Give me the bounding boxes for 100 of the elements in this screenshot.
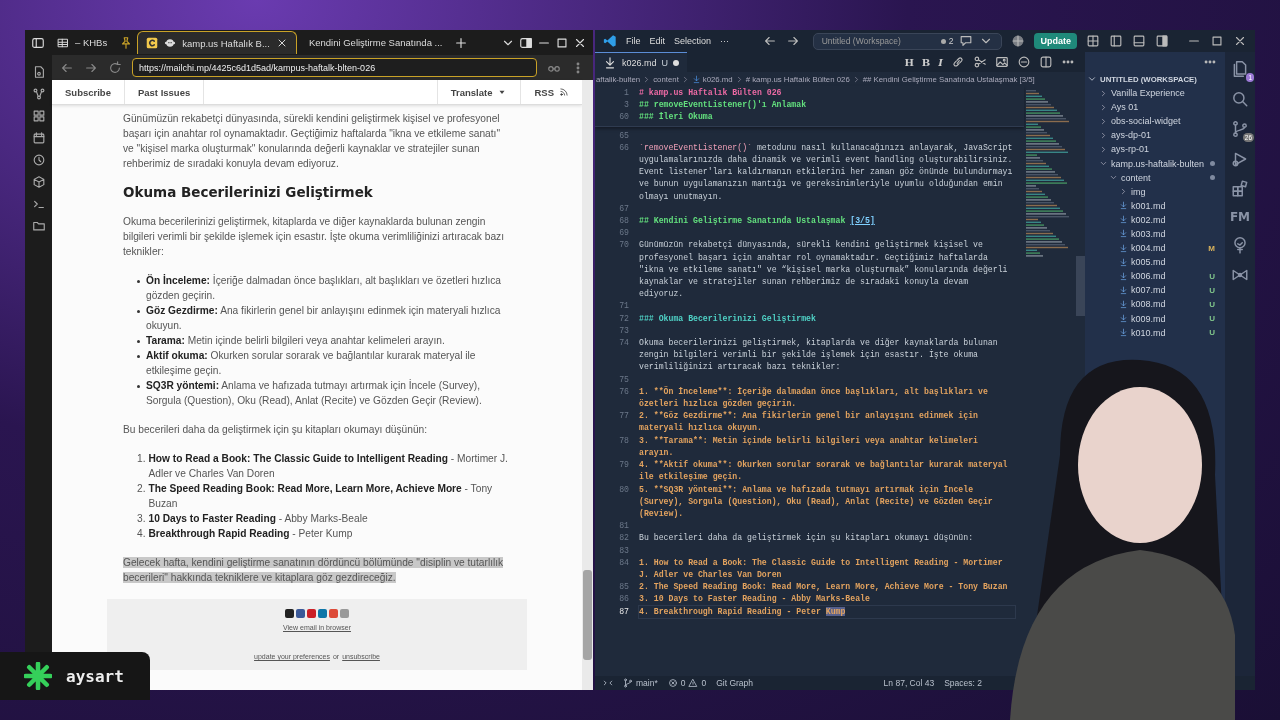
menu-item[interactable]: File (626, 36, 641, 46)
git-status: U (1209, 314, 1215, 324)
tree-item[interactable]: img (1131, 186, 1215, 197)
tree-item[interactable]: k003.md (1131, 229, 1215, 239)
tree-item[interactable]: content (1121, 172, 1207, 183)
split-view-icon[interactable] (519, 35, 533, 50)
globe-icon[interactable] (1011, 34, 1026, 48)
tree-item[interactable]: k006.md (1131, 271, 1207, 282)
format-button[interactable]: H (904, 56, 914, 68)
menu-item[interactable]: Selection (674, 36, 712, 46)
nodes-icon[interactable] (31, 87, 46, 101)
tree-item[interactable]: k002.md (1131, 214, 1215, 225)
tree-item[interactable]: Ays 01 (1111, 102, 1215, 113)
browser-tab[interactable]: Kendini Geliştirme Sanatında ... (300, 31, 451, 54)
clock-icon[interactable] (31, 153, 46, 167)
close-icon[interactable] (1233, 34, 1247, 48)
minimap-drawing[interactable] (1024, 90, 1072, 260)
menu-item[interactable]: ··· (720, 36, 730, 46)
secondary-sidebar-icon[interactable] (1155, 34, 1169, 48)
link-icon[interactable] (951, 55, 965, 69)
line-number: 65 (618, 129, 630, 142)
bullet-icon (137, 339, 140, 343)
rss-link[interactable]: RSS (521, 80, 582, 104)
editor-tab[interactable]: k026.md U (595, 51, 688, 73)
address-bar[interactable]: https://mailchi.mp/4425c6d1d5ad/kampus-haftalk-blten-026 (132, 58, 537, 77)
back-icon[interactable] (762, 34, 777, 48)
sticky-line[interactable]: ### İleri Okuma (639, 111, 1015, 124)
run-debug-icon[interactable] (1231, 150, 1249, 168)
tree-item[interactable]: ays-rp-01 (1111, 144, 1215, 155)
new-tab-icon[interactable] (454, 35, 469, 50)
browser-tab[interactable]: kamp.us Haftalık B... (137, 31, 297, 54)
tree-item[interactable]: k010.md (1131, 327, 1207, 338)
bullet-icon (137, 354, 140, 358)
sidebar-icon[interactable] (31, 35, 45, 50)
minus-circle-icon[interactable] (1017, 55, 1031, 69)
tree-item[interactable]: k005.md (1131, 257, 1215, 268)
grid-icon[interactable] (31, 109, 46, 123)
tree-item[interactable]: obs-social-widget (1111, 116, 1215, 127)
code-line: Okuma becerilerinizi geliştirmek, kitaplarda ve diğer kaynaklarda bulunan zengin bilgileri verimli bir şekilde işlemek için esastır. İşte okuma verimliliğinizi artıracak bazı teknikler: (639, 337, 999, 374)
line-number: 83 (618, 544, 630, 557)
tree-item[interactable]: k007.md (1131, 285, 1207, 296)
format-button[interactable]: I (938, 56, 943, 68)
tree-item[interactable]: ays-dp-01 (1111, 130, 1215, 141)
code-line: 2. **Göz Gezdirme**: Ana fikirlerin genel bir anlayışını edinmek için materyali hızlıca okuyun. (639, 410, 980, 435)
sidebar-icon[interactable] (1109, 34, 1123, 48)
forward-icon[interactable] (785, 34, 800, 48)
tree-item[interactable]: k009.md (1131, 313, 1207, 324)
indentation-status[interactable]: Spaces: 2 (944, 678, 982, 688)
files-icon[interactable] (1231, 60, 1249, 78)
tree-icon[interactable] (1231, 236, 1249, 254)
down-arrow-icon (1119, 285, 1128, 295)
body-paragraph: Okuma becerilerinizi geliştirmek, kitaplarda ve diğer kaynaklarda bulunan zengin bilgileri verimli bir şekilde işlemek için esastır. İşte okuma verimliliğinizi artıracak bazı teknikler: (123, 215, 506, 259)
remote-icon[interactable] (603, 678, 613, 688)
command-center[interactable]: Untitled (Workspace) 2 (812, 32, 1003, 50)
chat-icon (959, 34, 974, 48)
cube-icon[interactable] (31, 175, 46, 189)
layout-icon[interactable] (1086, 34, 1100, 48)
update-button[interactable]: Update (1034, 33, 1077, 49)
warning-count[interactable]: 0 (701, 678, 707, 688)
down-arrow-icon (1119, 201, 1128, 211)
maximize-icon[interactable] (1210, 34, 1224, 48)
line-number: 81 (618, 520, 630, 533)
down-arrow-icon (603, 55, 617, 70)
code-line: ## Kendini Geliştirme Sanatında Ustalaşmak [3/5] (639, 215, 876, 228)
tree-item[interactable]: Vanilla Experience (1111, 88, 1215, 99)
cursor-position[interactable]: Ln 87, Col 43 (883, 678, 935, 688)
nav-link[interactable]: Subscribe (52, 80, 125, 104)
activity-label[interactable]: FM (1229, 210, 1251, 224)
git-status: U (1209, 271, 1215, 281)
tree-item[interactable]: k004.md (1131, 243, 1206, 254)
intro-paragraph: Günümüzün rekabetçi dünyasında, sürekli kendini geliştirmek kişisel ve profesyonel başarı için anahtar rol oynamaktadır. Geçtiğimiz haftalarda "ikna ve etkileme sanatı" ve "kişisel marka oluşturmak" konularında değerli kaynaklar ve stratejiler sunan rehberimiz de sıradaki konuyla devam ediyoruz. (123, 112, 501, 171)
menu-item[interactable]: Edit (649, 36, 666, 46)
translate-dropdown[interactable]: Translate (437, 80, 522, 104)
nav-link[interactable]: Past Issues (124, 80, 205, 104)
tree-item[interactable]: kamp.us-haftalik-bulten (1111, 158, 1207, 169)
panel-icon[interactable] (1132, 34, 1146, 48)
reload-icon[interactable] (108, 60, 122, 75)
maximize-icon[interactable] (555, 35, 569, 50)
error-count[interactable]: 0 (680, 678, 686, 688)
down-arrow-icon (1119, 314, 1128, 324)
split-editor-icon[interactable] (1039, 55, 1053, 69)
bullet-icon (137, 279, 140, 283)
search-icon[interactable] (1231, 90, 1249, 108)
git-graph-status[interactable]: Git Graph (716, 678, 754, 688)
extensions-icon[interactable] (1231, 180, 1249, 198)
folder-icon[interactable] (31, 219, 46, 233)
sticky-line[interactable]: ## removeEventListener()'ı Anlamak (639, 99, 1015, 112)
branch-status[interactable]: main* (636, 678, 658, 688)
calendar-icon[interactable] (31, 131, 46, 145)
tree-item[interactable]: k001.md (1131, 200, 1215, 211)
list-number: 2. (137, 482, 146, 496)
browser-tab[interactable]: – KHBs (49, 31, 116, 54)
scissors-icon[interactable] (973, 55, 987, 69)
tree-item[interactable]: k008.md (1131, 299, 1207, 310)
line-number: 82 (618, 532, 630, 545)
image-icon[interactable] (995, 55, 1009, 69)
line-number: 71 (618, 300, 630, 313)
sticky-line[interactable]: # kamp.us Haftalık Bülten 026 (639, 87, 1015, 100)
scrollbar[interactable] (582, 80, 593, 690)
format-button[interactable]: B (921, 56, 931, 68)
